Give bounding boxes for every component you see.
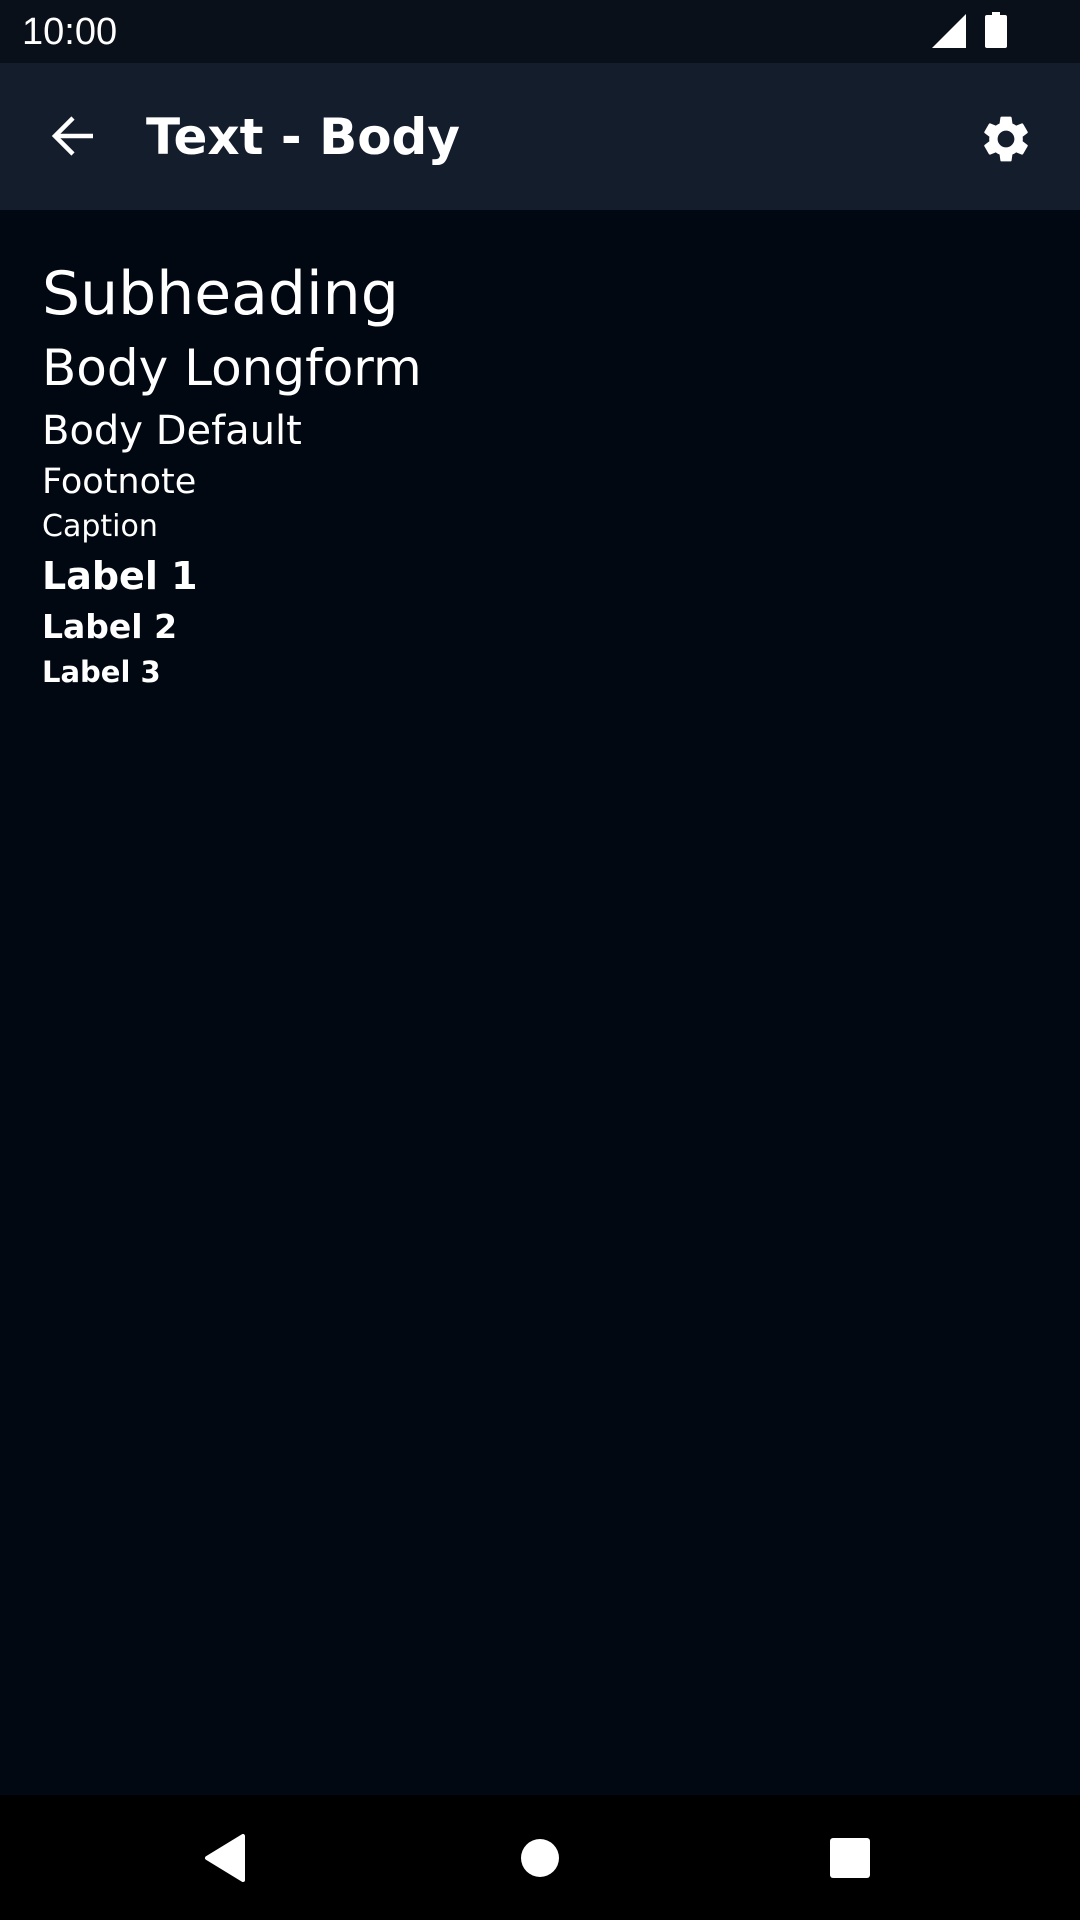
recents-square-icon [830,1838,870,1878]
settings-button[interactable] [966,99,1046,179]
system-nav-bar [0,1795,1080,1920]
nav-home-button[interactable] [495,1813,585,1903]
label-3-sample: Label 3 [42,655,161,689]
battery-icon [985,12,1007,48]
home-circle-icon [521,1839,559,1877]
arrow-back-icon [51,116,93,156]
nav-recents-button[interactable] [805,1813,895,1903]
caption-sample: Caption [42,509,158,544]
gear-icon [984,116,1028,162]
status-bar: 10:00 [0,0,1080,63]
subheading-sample: Subheading [42,259,399,329]
label-1-sample: Label 1 [42,554,198,598]
nav-back-button[interactable] [180,1813,270,1903]
status-time: 10:00 [22,11,118,53]
body-longform-sample: Body Longform [42,339,422,397]
back-button[interactable] [38,101,108,171]
footnote-sample: Footnote [42,462,197,502]
back-triangle-icon [205,1834,245,1882]
app-bar: Text - Body [0,63,1080,210]
cellular-signal-icon [932,14,966,48]
body-default-sample: Body Default [42,408,302,454]
page-title: Text - Body [146,108,460,166]
label-2-sample: Label 2 [42,607,178,646]
screen: 10:00 Text - Body Subheading Body Longfo… [0,0,1080,1920]
